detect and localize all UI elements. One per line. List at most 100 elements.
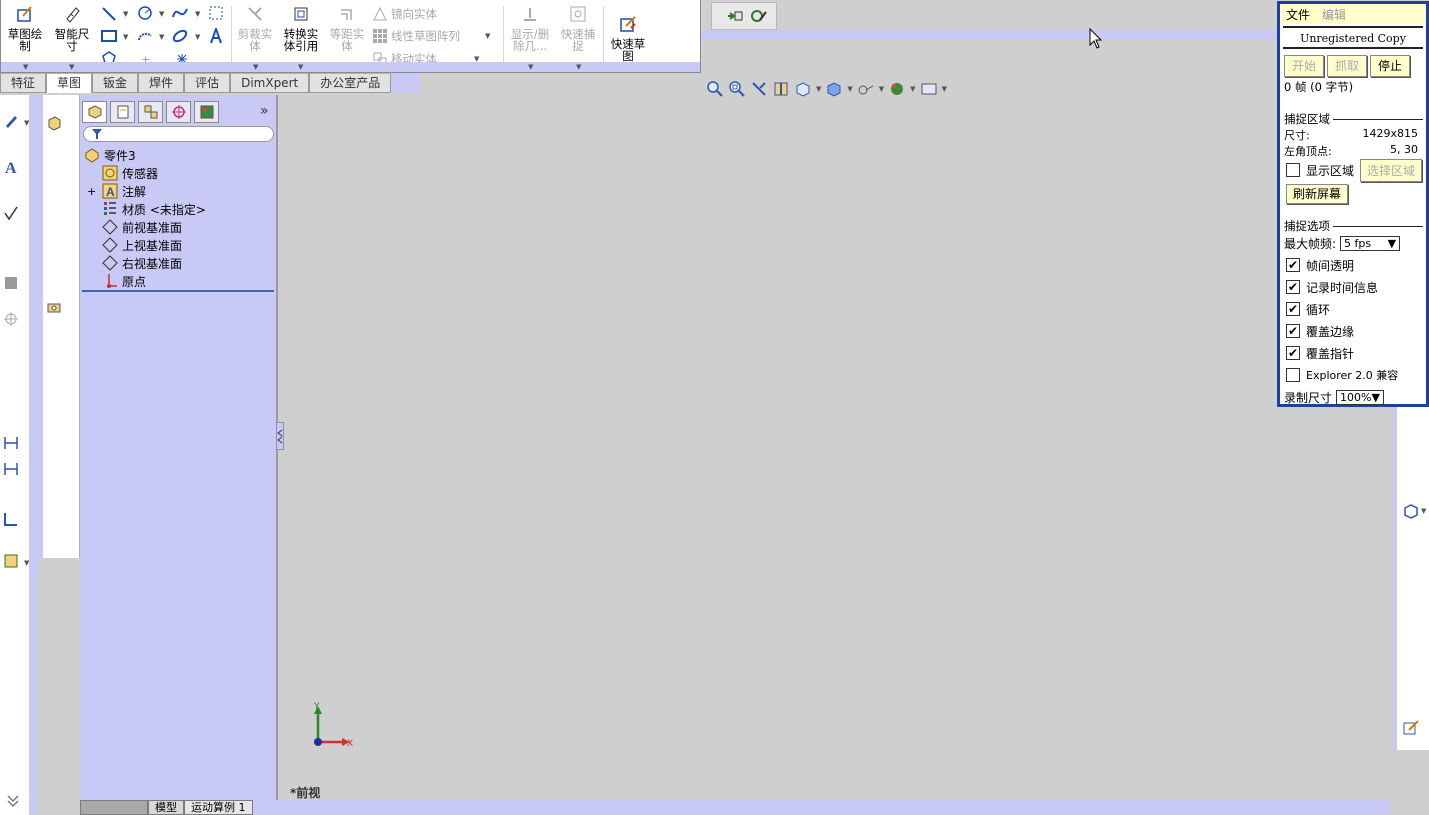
center-mark-icon[interactable] [3,311,19,327]
vertical-dimension-icon[interactable] [3,461,19,477]
surface-finish-icon[interactable] [3,205,19,221]
feature-tree-filter[interactable] [83,126,274,142]
circle-dropdown-icon[interactable]: ▼ [159,10,164,18]
dropdown-icon[interactable]: ▼ [24,119,29,127]
tree-item-material[interactable]: 材质 <未指定> [80,200,274,218]
ellipse-icon[interactable] [172,28,188,44]
timing-checkbox[interactable]: ✔ [1286,280,1300,294]
convert-entities-button[interactable]: 转换实体引用 [281,4,321,52]
quick-sketch-button[interactable]: 快速草图 [607,14,649,62]
dropdown-icon[interactable]: ▼ [942,85,947,93]
spline-icon[interactable] [172,5,188,21]
loop-checkbox[interactable]: ✔ [1286,302,1300,316]
horizontal-dimension-icon[interactable] [3,435,19,451]
tree-item-sensors[interactable]: 传感器 [80,164,274,182]
dropdown-icon[interactable]: ▼ [298,63,303,71]
line-dropdown-icon[interactable]: ▼ [123,10,128,18]
dropdown-icon[interactable]: ▼ [910,85,915,93]
collapse-handle-icon[interactable] [276,422,284,450]
tree-item-front-plane[interactable]: 前视基准面 [80,218,274,236]
line-icon[interactable] [101,6,117,22]
dropdown-icon[interactable]: ▼ [69,63,74,71]
feature-tree-tab[interactable] [82,101,107,123]
tree-item-top-plane[interactable]: 上视基准面 [80,236,274,254]
tab-office-products[interactable]: 办公室产品 [309,73,392,93]
show-area-checkbox[interactable] [1286,163,1300,177]
tab-weldments[interactable]: 焊件 [138,73,185,93]
dropdown-icon[interactable]: ▼ [1421,507,1426,515]
box-icon[interactable] [1403,503,1419,519]
arc-icon[interactable] [137,28,153,44]
options-icon[interactable] [750,8,768,24]
start-button[interactable]: 开始 [1284,55,1324,77]
dropdown-icon[interactable]: ▼ [847,85,852,93]
section-view-icon[interactable] [772,80,790,98]
arc-dropdown-icon[interactable]: ▼ [159,33,164,41]
extrude-icon[interactable] [46,115,62,131]
linear-pattern-item[interactable]: 线性草图阵列 ▼ [372,28,490,44]
zoom-area-icon[interactable] [728,80,746,98]
tab-model[interactable]: 模型 [148,800,184,815]
tree-item-part[interactable]: 零件3 [80,146,274,164]
grab-button[interactable]: 抓取 [1327,55,1367,77]
ordinate-dimension-icon[interactable] [3,511,19,527]
quick-sketch-icon[interactable] [1403,720,1419,736]
chevron-down-icon[interactable] [5,793,21,809]
tab-motion-study[interactable]: 运动算例 1 [184,800,253,815]
stop-button[interactable]: 停止 [1370,55,1410,77]
dropdown-icon[interactable]: ▼ [253,63,258,71]
sketch-button[interactable]: 草图绘制 [5,4,45,52]
smart-dimension-button[interactable]: 智能尺寸 [51,4,93,52]
display-manager-tab[interactable] [194,101,219,123]
tab-features[interactable]: 特征 [0,73,47,93]
grid-icon[interactable] [208,5,224,21]
hide-show-items-icon[interactable] [857,80,875,98]
ellipse-dropdown-icon[interactable]: ▼ [195,33,200,41]
menu-file[interactable]: 文件 [1286,6,1310,23]
rollback-bar[interactable] [82,290,274,292]
show-delete-relations-button[interactable]: 显示/删除几... [507,4,553,52]
text-icon[interactable]: A [3,159,19,175]
tree-item-annotations[interactable]: + A 注解 [80,182,274,200]
menu-edit[interactable]: 编辑 [1322,6,1346,23]
transparent-checkbox[interactable]: ✔ [1286,258,1300,272]
trim-button[interactable]: 剪裁实体 [235,4,275,52]
block-icon[interactable] [3,553,19,569]
configuration-manager-tab[interactable] [138,101,163,123]
dropdown-icon[interactable]: ▼ [24,559,29,567]
dropdown-icon[interactable]: ▼ [816,85,821,93]
previous-view-icon[interactable] [750,80,768,98]
display-style-icon[interactable] [825,80,843,98]
property-manager-tab[interactable] [110,101,135,123]
view-orientation-icon[interactable] [794,80,812,98]
text-icon[interactable] [208,28,224,44]
quick-snap-button[interactable]: 快速捕捉 [557,4,599,52]
tab-scroll-area[interactable] [80,800,148,815]
record-size-select[interactable]: 100% ▼ [1336,389,1385,405]
expand-icon[interactable]: + [87,185,99,198]
refresh-screen-button[interactable]: 刷新屏幕 [1286,184,1349,204]
mirror-entities-item[interactable]: 镜向实体 [372,6,437,22]
offset-button[interactable]: 等距实体 [327,4,367,52]
rectangle-icon[interactable] [101,28,117,44]
max-fps-select[interactable]: 5 fps ▼ [1340,235,1401,251]
smart-dimension-icon[interactable] [3,113,19,129]
spline-dropdown-icon[interactable]: ▼ [195,10,200,18]
pattern-dropdown-icon[interactable]: ▼ [485,32,490,40]
zoom-to-fit-icon[interactable] [706,80,724,98]
hatch-icon[interactable] [3,275,19,291]
appearance-icon[interactable] [888,80,906,98]
pointer-checkbox[interactable]: ✔ [1286,346,1300,360]
tab-sketch[interactable]: 草图 [46,73,93,93]
expand-panel-icon[interactable]: » [260,103,269,119]
dropdown-icon[interactable]: ▼ [576,63,581,71]
circle-icon[interactable] [137,5,153,21]
dropdown-icon[interactable]: ▼ [879,85,884,93]
tab-dimxpert[interactable]: DimXpert [230,73,310,93]
explorer-checkbox[interactable] [1286,368,1300,382]
rectangle-dropdown-icon[interactable]: ▼ [123,33,128,41]
hole-wizard-icon[interactable] [46,300,62,316]
select-area-button[interactable]: 选择区域 [1360,158,1423,182]
dropdown-icon[interactable]: ▼ [23,63,28,71]
border-checkbox[interactable]: ✔ [1286,324,1300,338]
